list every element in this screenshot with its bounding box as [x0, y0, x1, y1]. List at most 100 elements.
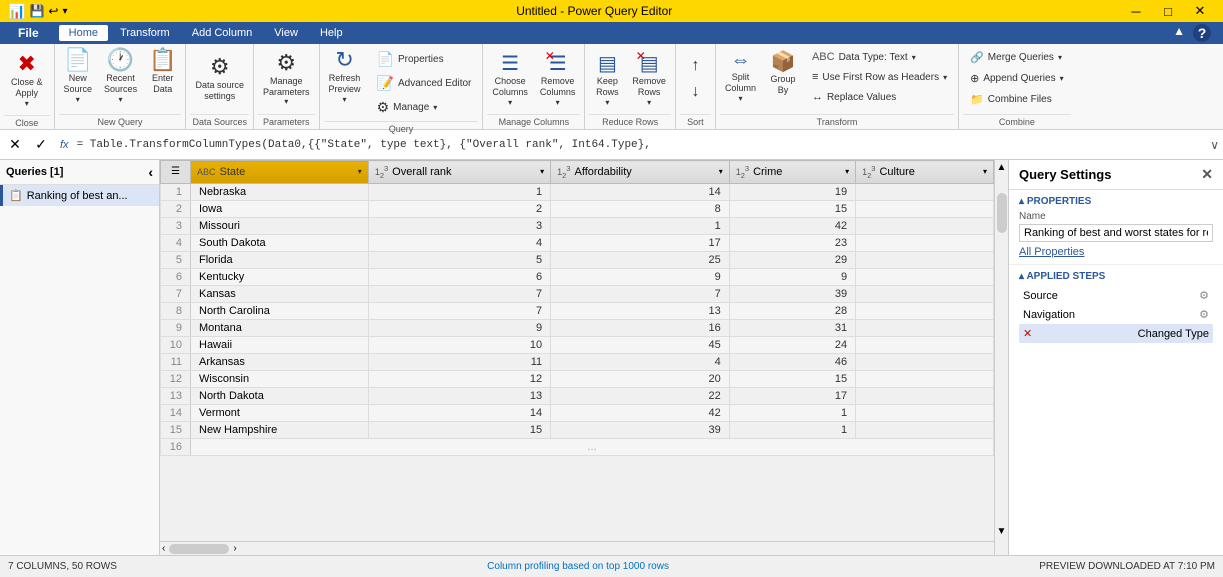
menu-help[interactable]: Help	[310, 25, 353, 41]
overall-rank-cell: 12	[368, 370, 550, 387]
remove-rows-button[interactable]: ✕ ▤ RemoveRows ▾	[627, 48, 671, 110]
scroll-right-arrow[interactable]: ›	[233, 543, 236, 554]
applied-steps-title: ▴ APPLIED STEPS	[1019, 271, 1213, 282]
advanced-editor-button[interactable]: 📝 Advanced Editor	[370, 72, 479, 95]
status-bar: 7 COLUMNS, 50 ROWS Column profiling base…	[0, 555, 1223, 577]
crime-cell: 17	[729, 387, 855, 404]
choose-columns-button[interactable]: ☰ ChooseColumns ▾	[487, 48, 533, 110]
help-question-icon[interactable]: ?	[1193, 24, 1211, 42]
manage-parameters-button[interactable]: ⚙ ManageParameters ▾	[258, 49, 315, 110]
state-cell: Florida	[191, 251, 369, 268]
menu-add-column[interactable]: Add Column	[182, 25, 263, 41]
data-source-settings-button[interactable]: ⚙ Data sourcesettings	[190, 53, 249, 105]
formula-expand-icon[interactable]: ∨	[1210, 138, 1219, 152]
row-num-header: ☰	[161, 161, 191, 184]
overall-rank-col-dropdown-icon[interactable]: ▾	[540, 167, 544, 176]
culture-type-icon: 123	[862, 164, 875, 180]
culture-col-dropdown-icon[interactable]: ▾	[983, 167, 987, 176]
crime-col-dropdown-icon[interactable]: ▾	[845, 167, 849, 176]
col-header-affordability[interactable]: 123 Affordability ▾	[551, 161, 730, 184]
col-header-crime[interactable]: 123 Crime ▾	[729, 161, 855, 184]
formula-cancel-button[interactable]: ✕	[4, 134, 26, 156]
vertical-scrollbar[interactable]: ▲ ▼	[994, 160, 1008, 555]
affordability-cell: 8	[551, 200, 730, 217]
col-header-overall-rank[interactable]: 123 Overall rank ▾	[368, 161, 550, 184]
menu-bar: File Home Transform Add Column View Help…	[0, 22, 1223, 44]
crime-cell: 24	[729, 336, 855, 353]
keep-rows-button[interactable]: ▤ KeepRows ▾	[589, 48, 625, 110]
dropdown-arrow-icon[interactable]: ▾	[62, 6, 67, 17]
ribbon-collapse-icon[interactable]: ▲	[1173, 24, 1185, 42]
minimize-button[interactable]: ─	[1121, 0, 1151, 22]
group-by-button[interactable]: 📦 GroupBy	[765, 46, 801, 99]
split-column-button[interactable]: ⇔ SplitColumn ▾	[720, 46, 761, 106]
ribbon-group-transform-label: Transform	[720, 114, 954, 127]
close-window-button[interactable]: ✕	[1185, 0, 1215, 22]
table-row: 16...	[161, 438, 994, 455]
menu-home[interactable]: Home	[59, 25, 108, 41]
refresh-preview-button[interactable]: ↻ RefreshPreview ▾	[324, 46, 366, 107]
merge-queries-button[interactable]: 🔗 Merge Queries ▾	[963, 48, 1071, 67]
formula-input[interactable]: = Table.TransformColumnTypes(Data0,{{"St…	[77, 139, 1207, 151]
state-col-dropdown-icon[interactable]: ▾	[358, 167, 362, 176]
manage-button[interactable]: ⚙ Manage ▾	[370, 96, 479, 119]
menu-view[interactable]: View	[264, 25, 308, 41]
sort-asc-button[interactable]: ↑	[680, 54, 710, 78]
scroll-up-arrow[interactable]: ▲	[997, 162, 1007, 173]
col-header-crime-label: Crime	[753, 166, 782, 178]
step-label: Changed Type	[1138, 328, 1209, 340]
query-panel-collapse-button[interactable]: ‹	[148, 164, 153, 180]
remove-columns-button[interactable]: ✕☰ RemoveColumns ▾	[535, 48, 581, 110]
quick-save-icon[interactable]: 💾	[29, 4, 44, 18]
culture-cell	[856, 353, 994, 370]
ribbon-group-new-query-label: New Query	[59, 114, 182, 127]
col-header-culture[interactable]: 123 Culture ▾	[856, 161, 994, 184]
overall-rank-cell: 15	[368, 421, 550, 438]
step-gear-icon[interactable]: ⚙	[1199, 308, 1209, 321]
first-row-headers-button[interactable]: ≡ Use First Row as Headers ▾	[805, 68, 954, 86]
data-type-button[interactable]: ABC Data Type: Text ▾	[805, 48, 954, 66]
row-num-cell: 1	[161, 183, 191, 200]
horizontal-scroll-thumb[interactable]	[169, 544, 229, 554]
maximize-button[interactable]: □	[1153, 0, 1183, 22]
formula-confirm-button[interactable]: ✓	[30, 134, 52, 156]
overall-rank-cell: 9	[368, 319, 550, 336]
col-header-state[interactable]: ABC State ▾	[191, 161, 369, 184]
formula-bar: ✕ ✓ fx = Table.TransformColumnTypes(Data…	[0, 130, 1223, 160]
menu-file[interactable]: File	[4, 24, 53, 42]
replace-values-button[interactable]: ↔ Replace Values	[805, 88, 954, 106]
query-list-item-ranking[interactable]: 📋 Ranking of best an...	[0, 185, 159, 206]
scroll-left-arrow[interactable]: ‹	[162, 543, 165, 554]
step-item-source[interactable]: Source⚙	[1019, 286, 1213, 305]
culture-cell	[856, 302, 994, 319]
step-item-navigation[interactable]: Navigation⚙	[1019, 305, 1213, 324]
row-num-cell: 10	[161, 336, 191, 353]
new-source-button[interactable]: 📄 NewSource ▾	[59, 46, 98, 107]
vertical-scroll-thumb[interactable]	[997, 193, 1007, 233]
undo-icon[interactable]: ↩	[48, 4, 58, 18]
ribbon-group-new-query: 📄 NewSource ▾ 🕐 RecentSources ▾ 📋 EnterD…	[55, 44, 187, 129]
horizontal-scrollbar[interactable]: ‹ ›	[160, 541, 994, 555]
scroll-down-arrow[interactable]: ▼	[997, 526, 1007, 537]
properties-button[interactable]: 📄 Properties	[370, 48, 479, 71]
query-settings-close-button[interactable]: ✕	[1201, 166, 1213, 183]
sort-desc-button[interactable]: ↓	[680, 80, 710, 104]
crime-cell: 15	[729, 200, 855, 217]
enter-data-button[interactable]: 📋 EnterData	[144, 46, 181, 98]
state-cell: Kansas	[191, 285, 369, 302]
combine-files-button[interactable]: 📁 Combine Files	[963, 90, 1071, 109]
affordability-col-dropdown-icon[interactable]: ▾	[719, 167, 723, 176]
all-properties-link[interactable]: All Properties	[1019, 246, 1084, 258]
query-name-input[interactable]	[1019, 224, 1213, 242]
recent-sources-button[interactable]: 🕐 RecentSources ▾	[99, 46, 142, 107]
state-cell: Iowa	[191, 200, 369, 217]
query-panel: Queries [1] ‹ 📋 Ranking of best an...	[0, 160, 160, 555]
close-apply-button[interactable]: ✖ Close &Apply ▾	[4, 46, 50, 113]
state-cell: Missouri	[191, 217, 369, 234]
data-grid[interactable]: ☰ ABC State ▾ 123	[160, 160, 994, 541]
step-item-changed-type[interactable]: ✕Changed Type	[1019, 324, 1213, 343]
append-queries-button[interactable]: ⊕ Append Queries ▾	[963, 69, 1071, 88]
step-gear-icon[interactable]: ⚙	[1199, 289, 1209, 302]
menu-transform[interactable]: Transform	[110, 25, 180, 41]
affordability-type-icon: 123	[557, 164, 570, 180]
